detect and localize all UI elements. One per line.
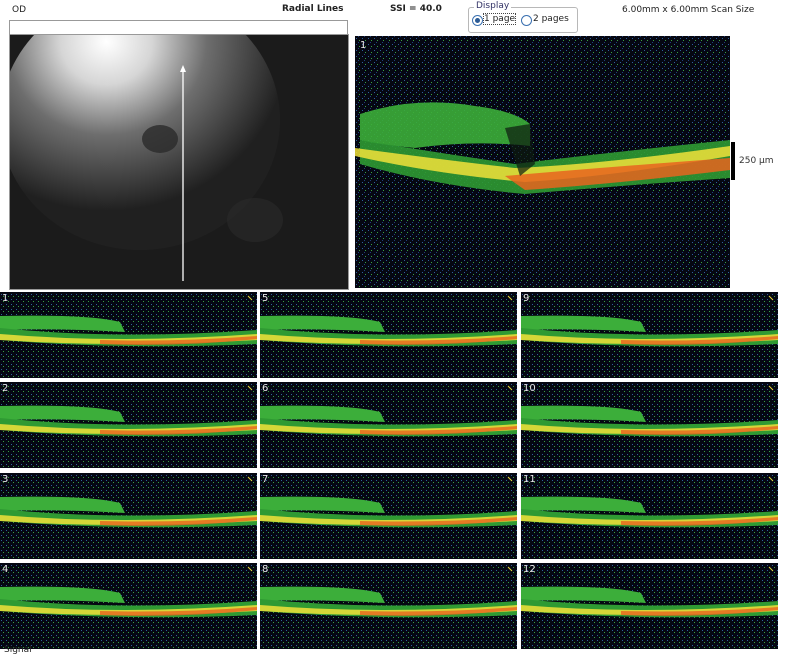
bscan-thumbnail-number: 9 — [523, 293, 530, 304]
radio-1-page[interactable] — [472, 15, 483, 26]
fundus-image — [9, 34, 349, 290]
bscan-thumbnail-number: 3 — [2, 474, 9, 485]
bscan-thumbnail-number: 7 — [262, 474, 269, 485]
radio-1-page-label[interactable]: 1 page — [482, 13, 517, 25]
radio-2-pages[interactable] — [521, 15, 532, 26]
bscan-thumbnail[interactable]: 11 — [521, 473, 778, 559]
bscan-thumbnail-number: 10 — [523, 383, 536, 394]
bscan-thumbnail-number: 5 — [262, 293, 269, 304]
scan-type-label: Radial Lines — [282, 4, 344, 14]
bscan-thumbnail[interactable]: 6 — [260, 382, 517, 468]
bscan-thumbnail[interactable]: 2 — [0, 382, 257, 468]
display-legend: Display — [474, 1, 512, 11]
main-bscan-image: 1 — [355, 36, 730, 288]
bscan-thumbnail-number: 8 — [262, 564, 269, 575]
main-scan-number: 1 — [360, 40, 367, 51]
bscan-thumbnail[interactable]: 12 — [521, 563, 778, 649]
bscan-thumbnail[interactable]: 1 — [0, 292, 257, 378]
radio-2-pages-label[interactable]: 2 pages — [533, 14, 569, 24]
bscan-thumbnail-number: 1 — [2, 293, 9, 304]
bscan-thumbnail[interactable]: 10 — [521, 382, 778, 468]
scan-size-label: 6.00mm x 6.00mm Scan Size — [622, 5, 755, 15]
bscan-thumbnail-number: 6 — [262, 383, 269, 394]
eye-label: OD — [12, 5, 27, 15]
bscan-thumbnail[interactable]: 4 — [0, 563, 257, 649]
bscan-thumbnail-number: 12 — [523, 564, 536, 575]
ssi-label: SSI = 40.0 — [390, 4, 442, 14]
fundus-header-frame — [9, 20, 348, 35]
bscan-thumbnail-number: 4 — [2, 564, 9, 575]
bscan-thumbnail[interactable]: 5 — [260, 292, 517, 378]
scale-bar — [731, 142, 735, 180]
bscan-thumbnail[interactable]: 8 — [260, 563, 517, 649]
bscan-thumbnail-number: 2 — [2, 383, 9, 394]
bscan-thumbnail[interactable]: 3 — [0, 473, 257, 559]
footer-signal-label: Signal — [4, 645, 32, 655]
bscan-thumbnail-number: 11 — [523, 474, 536, 485]
bscan-thumbnail[interactable]: 7 — [260, 473, 517, 559]
scale-bar-label: 250 µm — [739, 156, 774, 166]
bscan-thumbnail[interactable]: 9 — [521, 292, 778, 378]
